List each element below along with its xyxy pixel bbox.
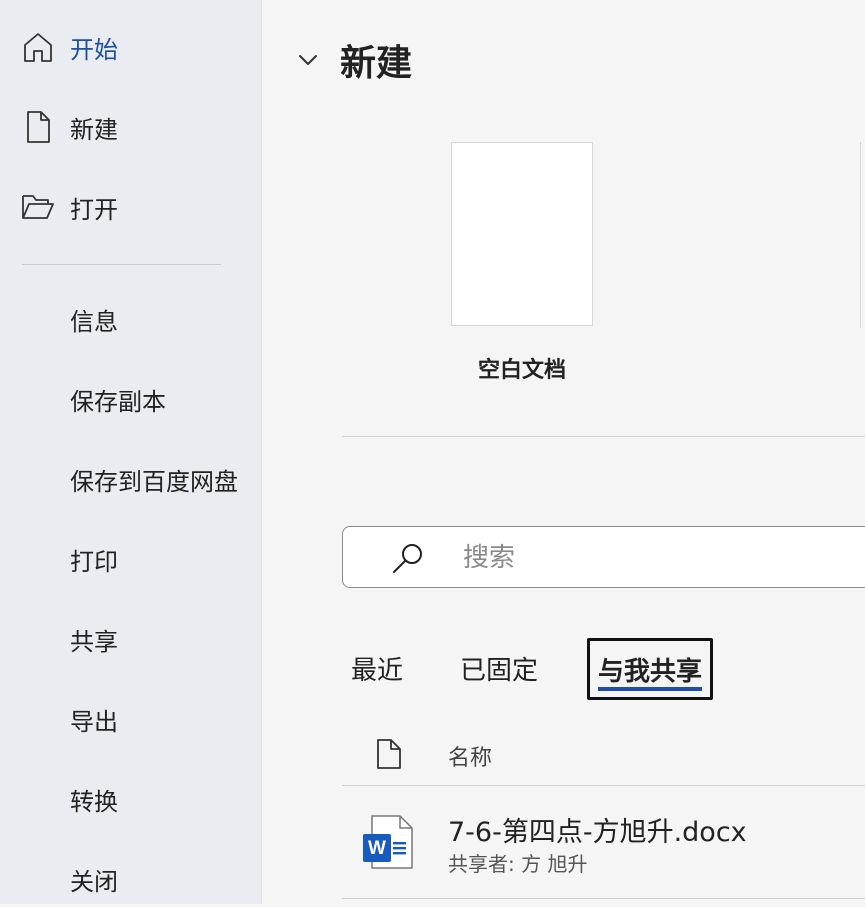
column-header-name[interactable]: 名称 — [448, 740, 492, 772]
template-label: 空白文档 — [477, 358, 566, 383]
sidebar-item-info[interactable]: 信息 — [0, 291, 261, 347]
search-icon — [391, 541, 425, 575]
file-shared-by: 共享者: 方 旭升 — [448, 852, 588, 876]
file-name: 7-6-第四点-方旭升.docx — [448, 817, 747, 848]
sidebar-item-label: 保存到百度网盘 — [70, 467, 238, 496]
template-card-partial[interactable] — [860, 142, 865, 328]
sidebar-item-label: 导出 — [70, 707, 118, 736]
tab-selected-indicator — [598, 687, 703, 691]
sidebar-item-label: 开始 — [70, 35, 118, 64]
sidebar-item-label: 保存副本 — [70, 387, 166, 416]
file-type-icon — [376, 738, 402, 774]
sidebar-item-share[interactable]: 共享 — [0, 611, 261, 667]
home-icon — [20, 29, 56, 65]
sidebar-item-label: 信息 — [70, 307, 118, 336]
row-divider — [342, 898, 865, 899]
section-divider — [342, 436, 865, 437]
sidebar-item-print[interactable]: 打印 — [0, 531, 261, 587]
chevron-down-icon[interactable] — [294, 46, 322, 74]
sidebar-item-new[interactable]: 新建 — [0, 99, 261, 155]
table-row[interactable]: W 7-6-第四点-方旭升.docx 共享者: 方 旭升 — [342, 788, 865, 896]
row-divider — [342, 785, 865, 786]
main-content: 新建 空白文档 最近 已固定 与我共享 名称 — [262, 0, 865, 904]
section-header-new[interactable]: 新建 — [294, 34, 412, 86]
new-document-icon — [20, 109, 56, 145]
sidebar-item-save-copy[interactable]: 保存副本 — [0, 371, 261, 427]
blank-document-template[interactable] — [451, 142, 593, 326]
sidebar-item-label: 共享 — [70, 627, 118, 656]
sidebar-item-label: 打开 — [70, 195, 118, 224]
sidebar-item-close[interactable]: 关闭 — [0, 851, 261, 907]
tab-recent[interactable]: 最近 — [351, 640, 403, 696]
open-folder-icon — [20, 189, 56, 225]
tab-label: 与我共享 — [598, 656, 703, 687]
sidebar-item-label: 打印 — [70, 547, 118, 576]
sidebar-item-save-to-baidu[interactable]: 保存到百度网盘 — [0, 451, 261, 507]
tab-shared-with-me[interactable]: 与我共享 — [587, 638, 714, 700]
search-input[interactable] — [461, 527, 845, 589]
word-document-icon: W — [362, 814, 414, 870]
svg-text:W: W — [368, 838, 386, 859]
tab-label: 已固定 — [460, 655, 539, 686]
sidebar: 开始 新建 打开 信息 保存副本 保存到百度网盘 打印 共享 导出 转换 关闭 — [0, 0, 262, 904]
sidebar-item-open[interactable]: 打开 — [0, 179, 261, 235]
sidebar-divider — [22, 264, 221, 265]
sidebar-item-home[interactable]: 开始 — [0, 19, 261, 75]
sidebar-item-export[interactable]: 导出 — [0, 691, 261, 747]
sidebar-item-label: 关闭 — [70, 867, 118, 896]
tab-label: 最近 — [351, 655, 404, 686]
sidebar-item-label: 新建 — [70, 115, 118, 144]
tab-pinned[interactable]: 已固定 — [460, 640, 538, 696]
sidebar-item-convert[interactable]: 转换 — [0, 771, 261, 827]
table-header: 名称 — [342, 726, 865, 784]
section-title: 新建 — [340, 43, 413, 84]
search-box[interactable] — [342, 526, 865, 589]
sidebar-item-label: 转换 — [70, 787, 118, 816]
